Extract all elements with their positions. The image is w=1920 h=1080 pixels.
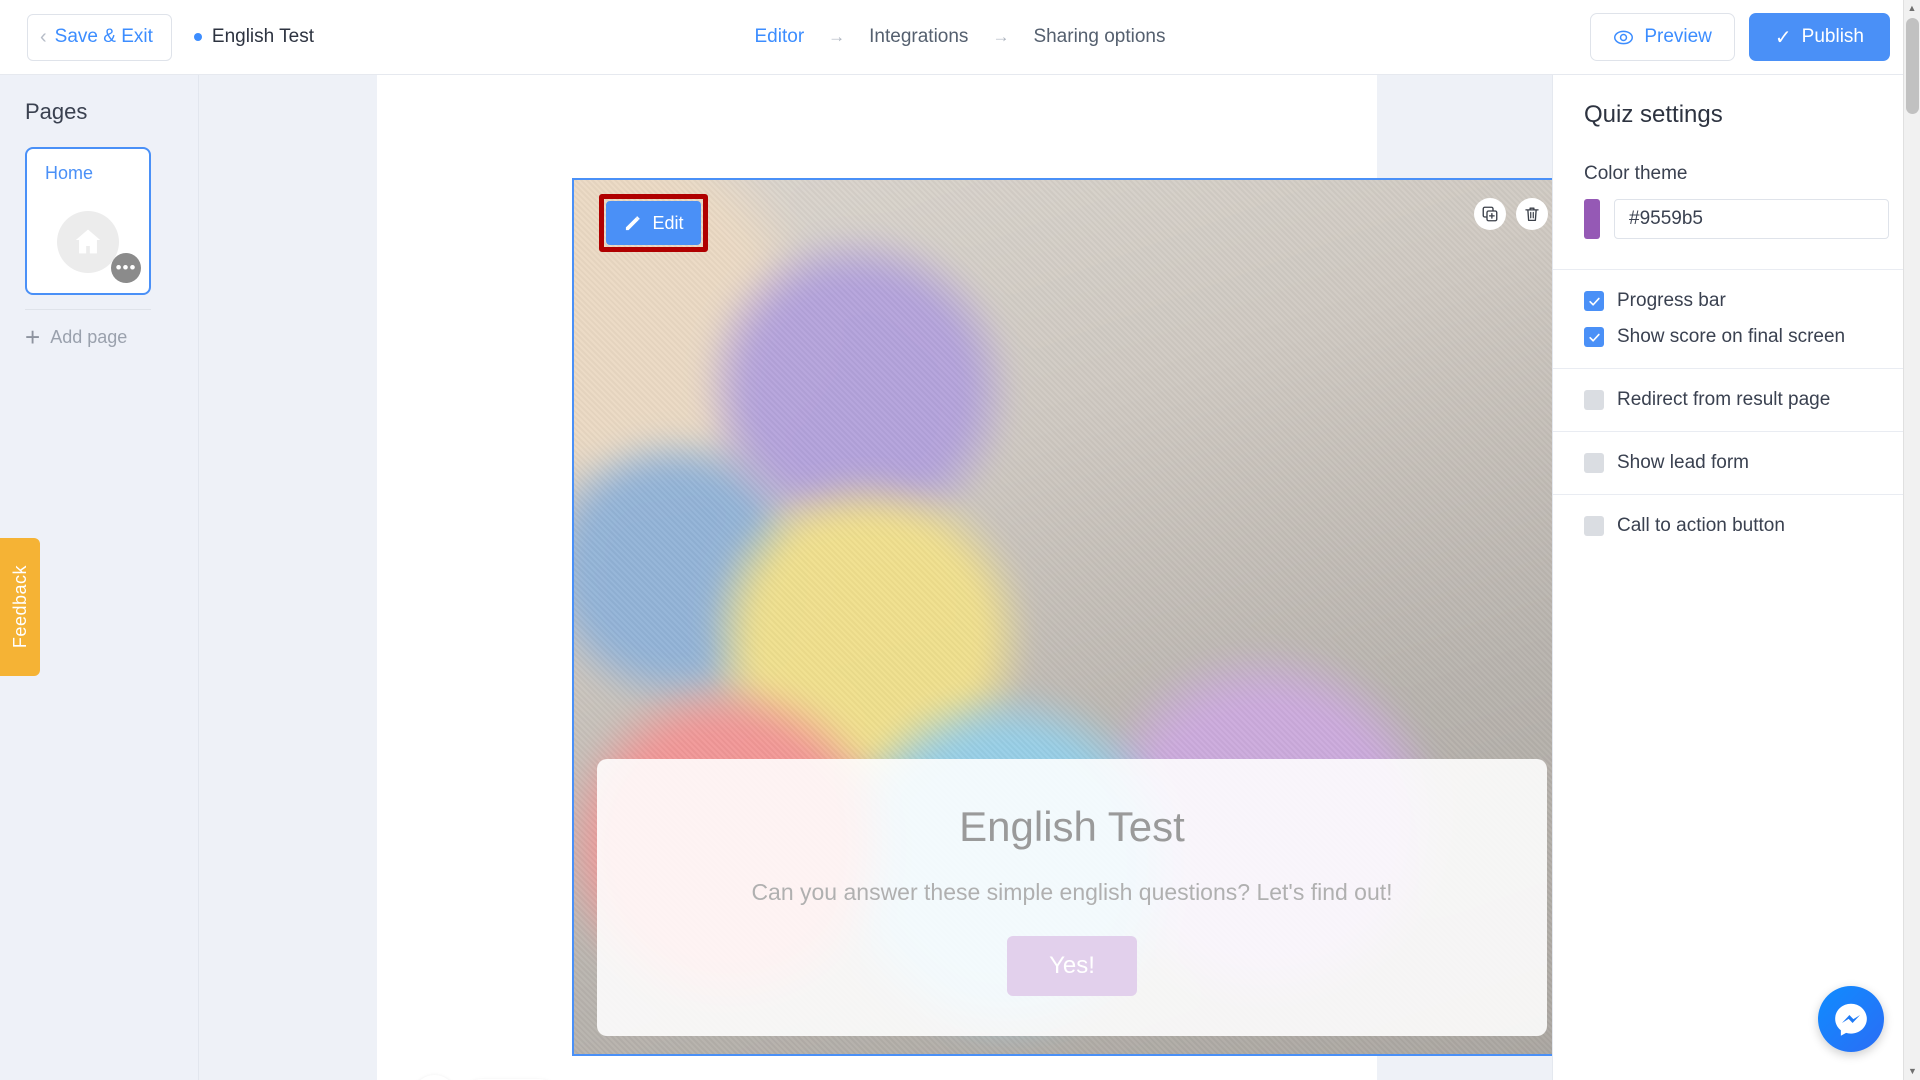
option-show-score[interactable]: Show score on final screen bbox=[1584, 326, 1889, 348]
pages-sidebar: Pages Home ••• + Add page Feedback bbox=[0, 75, 199, 1080]
edit-button[interactable]: Edit bbox=[606, 201, 701, 245]
settings-group-redirect: Redirect from result page bbox=[1553, 368, 1920, 431]
color-theme-label: Color theme bbox=[1584, 163, 1688, 184]
check-icon: ✓ bbox=[1774, 26, 1792, 49]
checkbox-checked-icon bbox=[1584, 327, 1604, 347]
pencil-icon bbox=[626, 216, 641, 231]
document-title-label: English Test bbox=[211, 26, 314, 47]
preview-label: Preview bbox=[1644, 26, 1712, 47]
home-icon bbox=[75, 229, 101, 254]
page-card-label: Home bbox=[45, 163, 94, 183]
duplicate-icon bbox=[1482, 206, 1498, 222]
edit-button-label: Edit bbox=[652, 212, 684, 233]
main-body: Pages Home ••• + Add page Feedback Edit … bbox=[0, 75, 1920, 1080]
color-theme-row bbox=[1584, 199, 1889, 239]
breadcrumb-item-editor[interactable]: Editor bbox=[755, 26, 805, 48]
sidebar-divider bbox=[25, 309, 151, 310]
how-to-helper: How to bbox=[412, 1075, 559, 1080]
checkbox-unchecked-icon bbox=[1584, 453, 1604, 473]
chevron-left-icon: ‹ bbox=[40, 26, 47, 48]
plus-icon: + bbox=[25, 322, 41, 352]
lightbulb-button[interactable] bbox=[412, 1075, 457, 1080]
scroll-up-arrow-icon[interactable]: ▲ bbox=[1904, 0, 1920, 17]
arrow-right-icon: → bbox=[828, 27, 846, 46]
breadcrumb-item-integrations[interactable]: Integrations bbox=[869, 26, 968, 48]
eye-icon bbox=[1614, 30, 1634, 44]
settings-group-lead-form: Show lead form bbox=[1553, 431, 1920, 494]
checkbox-unchecked-icon bbox=[1584, 390, 1604, 410]
quiz-intro-card: English Test Can you answer these simple… bbox=[597, 759, 1547, 1036]
app-root: ‹ Save & Exit English Test Editor → Inte… bbox=[0, 0, 1920, 1080]
option-label: Show score on final screen bbox=[1617, 326, 1846, 347]
scrollbar-thumb[interactable] bbox=[1906, 18, 1919, 114]
feedback-tab[interactable]: Feedback bbox=[0, 538, 40, 676]
scroll-down-arrow-icon[interactable]: ▼ bbox=[1904, 1063, 1920, 1080]
messenger-icon bbox=[1835, 1003, 1867, 1036]
option-label: Call to action button bbox=[1617, 515, 1785, 536]
preview-button[interactable]: Preview bbox=[1590, 13, 1735, 61]
check-icon bbox=[1588, 297, 1600, 306]
color-hex-input[interactable] bbox=[1614, 199, 1889, 239]
quiz-title: English Test bbox=[959, 803, 1185, 850]
add-page-button[interactable]: + Add page bbox=[25, 324, 198, 350]
publish-button[interactable]: ✓ Publish bbox=[1748, 13, 1890, 61]
quiz-start-button[interactable]: Yes! bbox=[1007, 936, 1137, 996]
editor-canvas: Edit English Test Can you answer these s… bbox=[199, 75, 1552, 1080]
status-dot-icon bbox=[193, 33, 202, 41]
option-label: Progress bar bbox=[1617, 290, 1726, 311]
feedback-label: Feedback bbox=[9, 565, 30, 649]
option-call-to-action-button[interactable]: Call to action button bbox=[1584, 515, 1889, 537]
top-header: ‹ Save & Exit English Test Editor → Inte… bbox=[0, 0, 1920, 75]
publish-label: Publish bbox=[1801, 26, 1864, 47]
pages-heading: Pages bbox=[25, 99, 88, 124]
page-scrollbar[interactable]: ▲ ▼ bbox=[1903, 0, 1920, 1080]
color-swatch[interactable] bbox=[1584, 199, 1600, 239]
document-title: English Test bbox=[193, 26, 314, 48]
breadcrumb-item-sharing-options[interactable]: Sharing options bbox=[1033, 26, 1165, 48]
check-icon bbox=[1588, 333, 1600, 342]
page-card-home[interactable]: Home ••• bbox=[25, 147, 151, 295]
quiz-subtitle: Can you answer these simple english ques… bbox=[751, 879, 1393, 905]
delete-block-button[interactable] bbox=[1516, 198, 1548, 230]
header-actions: Preview ✓ Publish bbox=[1590, 13, 1890, 61]
option-show-lead-form[interactable]: Show lead form bbox=[1584, 452, 1889, 474]
trash-icon bbox=[1525, 207, 1539, 222]
settings-heading: Quiz settings bbox=[1584, 101, 1723, 128]
arrow-right-icon: → bbox=[992, 27, 1010, 46]
checkbox-checked-icon bbox=[1584, 291, 1604, 311]
save-and-exit-label: Save & Exit bbox=[54, 26, 153, 47]
save-and-exit-button[interactable]: ‹ Save & Exit bbox=[27, 13, 172, 61]
add-page-label: Add page bbox=[50, 326, 128, 347]
option-redirect-result-page[interactable]: Redirect from result page bbox=[1584, 389, 1889, 411]
page-options-button[interactable]: ••• bbox=[111, 253, 141, 283]
option-label: Redirect from result page bbox=[1617, 389, 1831, 410]
option-label: Show lead form bbox=[1617, 452, 1750, 473]
breadcrumb: Editor → Integrations → Sharing options bbox=[755, 26, 1166, 48]
settings-group-display: Progress bar Show score on final screen bbox=[1553, 269, 1920, 368]
edit-button-highlight: Edit bbox=[599, 194, 708, 252]
messenger-chat-button[interactable] bbox=[1818, 986, 1884, 1052]
settings-group-cta: Call to action button bbox=[1553, 494, 1920, 557]
block-toolbar bbox=[1474, 198, 1548, 230]
quiz-settings-panel: Quiz settings Color theme Progress bar bbox=[1552, 75, 1920, 1080]
home-thumbnail bbox=[57, 211, 119, 273]
checkbox-unchecked-icon bbox=[1584, 516, 1604, 536]
duplicate-block-button[interactable] bbox=[1474, 198, 1506, 230]
option-progress-bar[interactable]: Progress bar bbox=[1584, 290, 1889, 312]
image-block[interactable]: Edit English Test Can you answer these s… bbox=[572, 178, 1552, 1056]
